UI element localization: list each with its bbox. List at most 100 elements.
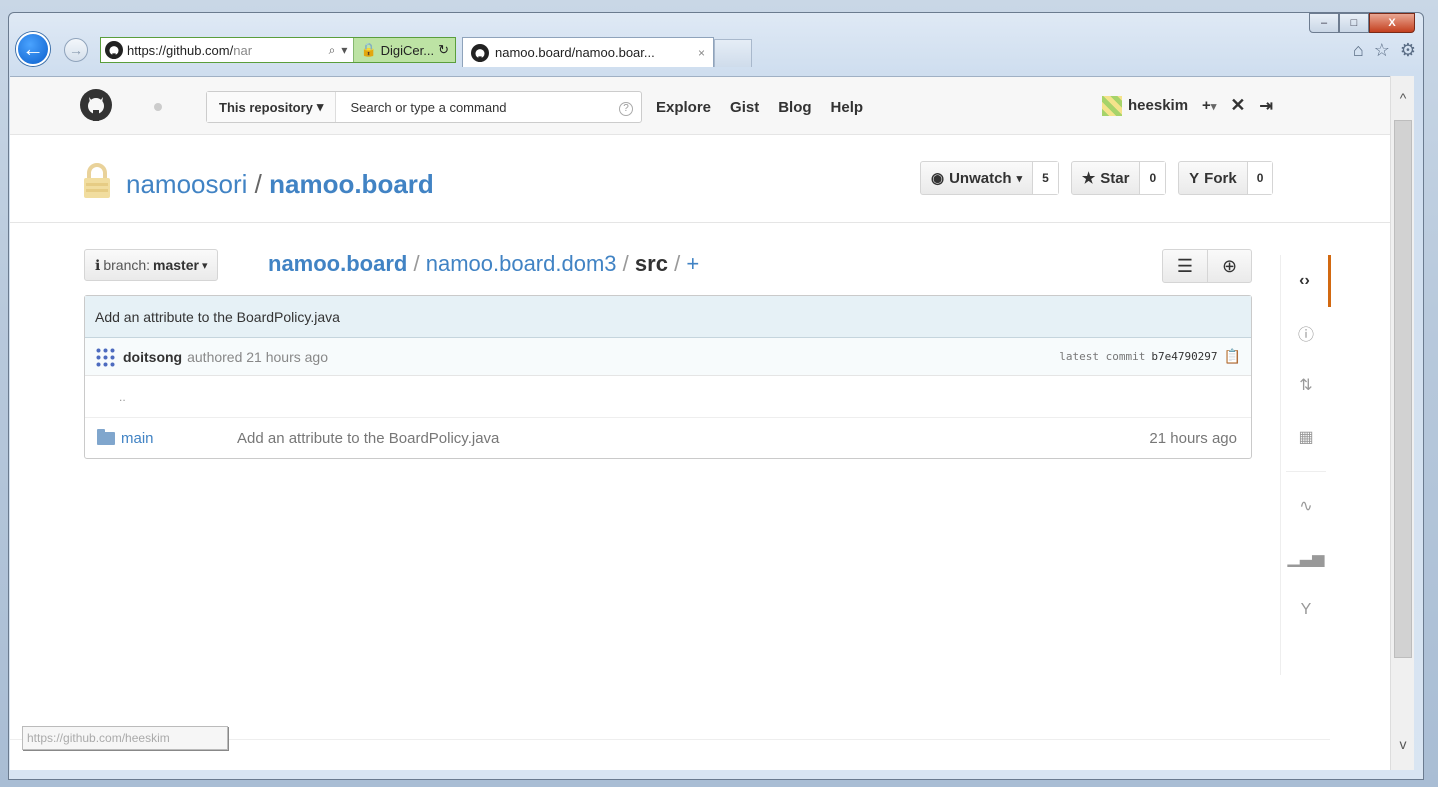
- nav-blog[interactable]: Blog: [778, 99, 811, 116]
- window-controls: – □ X: [1309, 13, 1415, 33]
- clipboard-icon[interactable]: 📋: [1224, 349, 1241, 365]
- parent-directory-link[interactable]: ..: [85, 376, 1251, 418]
- file-browser: Add an attribute to the BoardPolicy.java…: [84, 295, 1252, 459]
- repo-title-separator: /: [254, 169, 262, 199]
- watch-count[interactable]: 5: [1033, 162, 1058, 194]
- table-row[interactable]: main Add an attribute to the BoardPolicy…: [85, 418, 1251, 458]
- sidebar-item-pull-requests[interactable]: ⇅: [1281, 359, 1331, 411]
- scroll-up-icon[interactable]: ^: [1391, 86, 1415, 110]
- certificate-indicator[interactable]: 🔒 DigiCer... ↻: [353, 38, 455, 62]
- repo-sidebar: ‹› ⓘ ⇅ ▦ ∿ ▁▃▅ Y: [1280, 255, 1331, 675]
- caret-down-icon: ▾: [201, 259, 208, 272]
- github-favicon-icon: [105, 41, 123, 59]
- home-icon[interactable]: ⌂: [1353, 40, 1364, 61]
- new-file-button[interactable]: +: [686, 251, 699, 276]
- sidebar-item-wiki[interactable]: ▦: [1281, 411, 1331, 463]
- nav-gist[interactable]: Gist: [730, 99, 759, 116]
- minimize-button[interactable]: –: [1309, 13, 1339, 33]
- caret-down-icon: ▾: [1016, 172, 1023, 185]
- list-view-icon[interactable]: ☰: [1163, 250, 1207, 282]
- search-input[interactable]: Search or type a command: [336, 100, 611, 115]
- search-help-icon[interactable]: ?: [611, 99, 641, 116]
- top-nav: Explore Gist Blog Help: [656, 99, 863, 116]
- sidebar-item-pulse[interactable]: ∿: [1281, 480, 1331, 532]
- address-bar[interactable]: https://github.com/nar ⌕ ▾ 🔒 DigiCer... …: [100, 37, 456, 63]
- sidebar-item-issues[interactable]: ⓘ: [1281, 307, 1331, 359]
- avatar: [1102, 95, 1122, 116]
- repository-title: namoosori / namoo.board: [126, 169, 434, 200]
- repository-header: namoosori / namoo.board ◉ Unwatch ▾ 5 ★ Sta…: [10, 135, 1400, 223]
- file-name[interactable]: main: [97, 428, 237, 447]
- forward-button[interactable]: →: [64, 38, 88, 62]
- folder-icon: [97, 428, 115, 445]
- branch-select-button[interactable]: ℹ branch: master ▾: [84, 249, 219, 281]
- commit-time: authored 21 hours ago: [187, 348, 328, 365]
- star-button[interactable]: ★ Star: [1072, 162, 1141, 194]
- search-scope-dropdown[interactable]: This repository ▾: [207, 92, 337, 122]
- commit-author[interactable]: doitsong: [123, 349, 182, 365]
- avatar[interactable]: [95, 346, 115, 367]
- caret-down-icon: ▾: [316, 99, 324, 114]
- tab-title: namoo.board/namoo.boar...: [495, 45, 655, 60]
- sidebar-item-graphs[interactable]: ▁▃▅: [1281, 532, 1331, 584]
- breadcrumb-root[interactable]: namoo.board: [268, 251, 407, 276]
- branch-icon: ℹ: [95, 256, 101, 273]
- caret-down-icon: ▾: [1210, 101, 1217, 113]
- star-icon: ★: [1081, 170, 1096, 187]
- breadcrumb: namoo.board / namoo.board.dom3 / src / +: [268, 251, 700, 276]
- commit-meta: doitsong authored 21 hours ago latest co…: [85, 338, 1251, 376]
- repo-name-link[interactable]: namoo.board: [269, 169, 434, 199]
- sidebar-divider: [1286, 471, 1326, 472]
- latest-commit: latest commit b7e4790297 📋: [1059, 348, 1241, 365]
- fork-icon: Y: [1189, 169, 1200, 187]
- pull-request-icon: ⇅: [1299, 377, 1313, 394]
- dropdown-icon[interactable]: ▾: [341, 43, 347, 57]
- breadcrumb-current: src: [634, 251, 668, 276]
- watch-button-group: ◉ Unwatch ▾ 5: [920, 161, 1059, 195]
- history-icon[interactable]: ⊕: [1207, 250, 1251, 282]
- sidebar-item-network[interactable]: Y: [1281, 584, 1331, 636]
- latest-commit-message[interactable]: Add an attribute to the BoardPolicy.java: [85, 296, 1251, 338]
- search-box: This repository ▾ Search or type a comman…: [206, 91, 642, 123]
- browser-tab[interactable]: namoo.board/namoo.boar... ×: [462, 37, 714, 67]
- notification-dot-icon[interactable]: [154, 103, 162, 111]
- search-icon[interactable]: ⌕: [329, 43, 336, 58]
- wiki-book-icon: ▦: [1298, 429, 1314, 446]
- user-profile-link[interactable]: heeskim: [1102, 95, 1189, 116]
- issues-icon: ⓘ: [1297, 327, 1314, 344]
- star-count[interactable]: 0: [1140, 162, 1166, 194]
- breadcrumb-item[interactable]: namoo.board.dom3: [426, 251, 617, 276]
- fork-network-icon: Y: [1300, 601, 1312, 618]
- fork-button[interactable]: Y Fork: [1179, 162, 1248, 194]
- commit-sha-link[interactable]: b7e4790297: [1151, 350, 1217, 363]
- sidebar-item-code[interactable]: ‹›: [1281, 255, 1331, 307]
- favorites-star-icon[interactable]: ☆: [1374, 40, 1390, 61]
- scroll-down-icon[interactable]: v: [1391, 732, 1415, 756]
- nav-help[interactable]: Help: [831, 99, 864, 116]
- close-window-button[interactable]: X: [1369, 13, 1415, 33]
- vertical-scrollbar[interactable]: ^ v: [1390, 76, 1414, 770]
- new-tab-button[interactable]: [714, 39, 752, 67]
- cert-label: DigiCer...: [380, 42, 435, 58]
- create-new-button[interactable]: +▾: [1202, 97, 1216, 114]
- settings-tools-icon[interactable]: ✕: [1230, 95, 1245, 116]
- view-toggle: ☰ ⊕: [1162, 249, 1252, 283]
- username: heeskim: [1128, 97, 1189, 114]
- nav-explore[interactable]: Explore: [656, 99, 711, 116]
- github-logo-icon[interactable]: [80, 89, 112, 121]
- user-area: heeskim +▾ ✕ ⇥: [1102, 95, 1273, 116]
- sign-out-icon[interactable]: ⇥: [1259, 96, 1272, 116]
- refresh-icon[interactable]: ↻: [438, 42, 449, 58]
- unwatch-button[interactable]: ◉ Unwatch ▾: [921, 162, 1034, 194]
- settings-gear-icon[interactable]: ⚙: [1400, 40, 1416, 61]
- page-viewport: This repository ▾ Search or type a comman…: [10, 76, 1400, 770]
- scrollbar-thumb[interactable]: [1394, 120, 1412, 658]
- fork-button-group: Y Fork 0: [1178, 161, 1274, 195]
- back-button[interactable]: ←: [16, 32, 50, 66]
- tab-close-icon[interactable]: ×: [698, 46, 705, 60]
- repo-owner-link[interactable]: namoosori: [126, 169, 247, 199]
- fork-count[interactable]: 0: [1247, 162, 1273, 194]
- maximize-button[interactable]: □: [1339, 13, 1369, 33]
- address-url[interactable]: https://github.com/nar: [123, 42, 323, 58]
- file-commit-message[interactable]: Add an attribute to the BoardPolicy.java: [237, 430, 499, 447]
